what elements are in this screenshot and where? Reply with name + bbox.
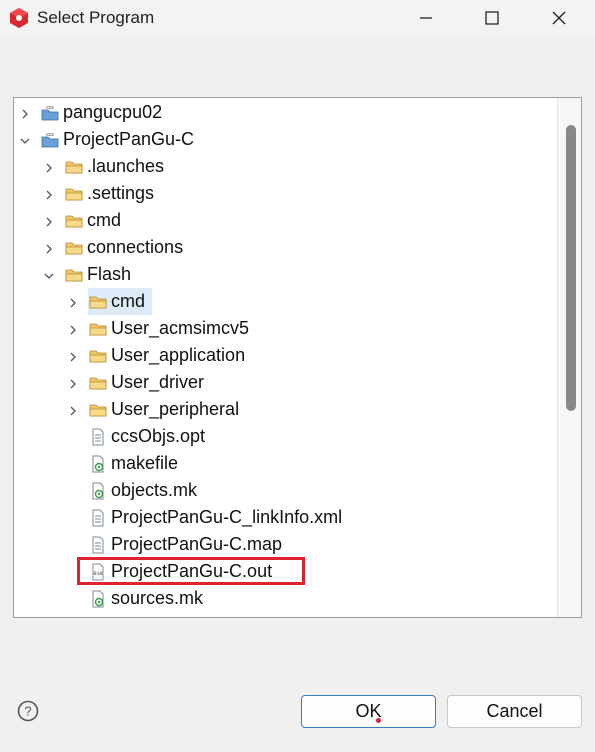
folder-icon: [65, 212, 83, 230]
tree-item-cmd[interactable]: cmd: [14, 207, 554, 234]
chevron-right-icon[interactable]: [67, 404, 79, 416]
svg-text:?: ?: [24, 704, 31, 719]
minimize-icon: [420, 17, 432, 19]
tree-item-label: ccsObjs.opt: [111, 426, 206, 446]
folder-icon: [65, 239, 83, 257]
tree-item-label: ProjectPanGu-C.map: [111, 534, 283, 554]
cancel-button[interactable]: Cancel: [447, 695, 582, 728]
tree-item-label: User_acmsimcv5: [111, 318, 250, 338]
tree-item-flash[interactable]: Flash: [14, 261, 554, 288]
close-button[interactable]: [533, 0, 585, 36]
folder-icon: [65, 185, 83, 203]
chevron-right-icon[interactable]: [19, 107, 31, 119]
tree-item-pangucpu02[interactable]: ccs pangucpu02: [14, 99, 554, 126]
tree-item-user-driver[interactable]: User_driver: [14, 369, 554, 396]
tree-item-sources-mk[interactable]: sources.mk: [14, 585, 554, 612]
tree-item-objects-mk[interactable]: objects.mk: [14, 477, 554, 504]
tree-item-launches[interactable]: .launches: [14, 153, 554, 180]
maximize-icon: [485, 11, 499, 25]
makefile-icon: [89, 455, 107, 473]
folder-icon: [65, 266, 83, 284]
app-icon: [10, 8, 28, 28]
tree-item-ccsobjs-opt[interactable]: ccsObjs.opt: [14, 423, 554, 450]
tree-item-label: pangucpu02: [63, 102, 163, 122]
folder-icon: [65, 158, 83, 176]
folder-icon: [89, 401, 107, 419]
folder-icon: [89, 293, 107, 311]
tree-item-makefile[interactable]: makefile: [14, 450, 554, 477]
tree-item-projectpangu-c[interactable]: ccs ProjectPanGu-C: [14, 126, 554, 153]
folder-icon: [89, 320, 107, 338]
ccs-project-icon: ccs: [41, 131, 59, 149]
help-button[interactable]: ?: [17, 700, 39, 722]
close-icon: [552, 11, 566, 25]
ok-button[interactable]: OK: [301, 695, 436, 728]
tree-item-label: objects.mk: [111, 480, 198, 500]
svg-text:ccs: ccs: [46, 105, 54, 111]
chevron-right-icon[interactable]: [43, 161, 55, 173]
makefile-icon: [89, 590, 107, 608]
makefile-icon: [89, 482, 107, 500]
chevron-right-icon[interactable]: [43, 188, 55, 200]
tree-item-label: ProjectPanGu-C_linkInfo.xml: [111, 507, 343, 527]
tree-item-projectpangu-c-linkinfo-xml[interactable]: ProjectPanGu-C_linkInfo.xml: [14, 504, 554, 531]
chevron-right-icon[interactable]: [43, 215, 55, 227]
chevron-right-icon[interactable]: [67, 323, 79, 335]
program-tree[interactable]: ccs pangucpu02 ccs ProjectPanGu-C .launches.…: [13, 97, 582, 618]
highlight-box: [77, 557, 305, 585]
tree-item-label: cmd: [87, 210, 122, 230]
folder-icon: [89, 374, 107, 392]
tree-item-label: connections: [87, 237, 184, 257]
tree-item-connections[interactable]: connections: [14, 234, 554, 261]
maximize-button[interactable]: [466, 0, 518, 36]
tree-item-label: User_application: [111, 345, 246, 365]
chevron-right-icon[interactable]: [67, 296, 79, 308]
tree-item-label: makefile: [111, 453, 179, 473]
svg-text:ccs: ccs: [46, 132, 54, 138]
text-file-icon: [89, 509, 107, 527]
tree-item-user-application[interactable]: User_application: [14, 342, 554, 369]
chevron-right-icon[interactable]: [67, 377, 79, 389]
tree-item-label: User_peripheral: [111, 399, 240, 419]
mouse-cursor-indicator: [376, 718, 381, 723]
tree-item-user-acmsimcv5[interactable]: User_acmsimcv5: [14, 315, 554, 342]
vertical-scrollbar[interactable]: [557, 98, 581, 617]
window-title: Select Program: [37, 8, 155, 27]
folder-icon: [89, 347, 107, 365]
text-file-icon: [89, 428, 107, 446]
tree-item-label: Flash: [87, 264, 132, 284]
scrollbar-thumb[interactable]: [566, 125, 576, 411]
text-file-icon: [89, 536, 107, 554]
chevron-down-icon[interactable]: [19, 134, 31, 146]
ccs-project-icon: ccs: [41, 104, 59, 122]
title-bar: Select Program: [0, 0, 595, 36]
chevron-right-icon[interactable]: [67, 350, 79, 362]
tree-item-label: sources.mk: [111, 588, 204, 608]
help-icon: ?: [17, 700, 39, 722]
minimize-button[interactable]: [400, 0, 452, 36]
tree-item-projectpangu-c-map[interactable]: ProjectPanGu-C.map: [14, 531, 554, 558]
tree-item-label: .settings: [87, 183, 155, 203]
tree-item-label: ProjectPanGu-C: [63, 129, 195, 149]
chevron-down-icon[interactable]: [43, 269, 55, 281]
tree-item-settings[interactable]: .settings: [14, 180, 554, 207]
chevron-right-icon[interactable]: [43, 242, 55, 254]
tree-item-label: .launches: [87, 156, 165, 176]
tree-item-user-peripheral[interactable]: User_peripheral: [14, 396, 554, 423]
tree-item-label: cmd: [111, 291, 146, 311]
tree-item-cmd[interactable]: cmd: [14, 288, 554, 315]
tree-item-label: User_driver: [111, 372, 205, 392]
